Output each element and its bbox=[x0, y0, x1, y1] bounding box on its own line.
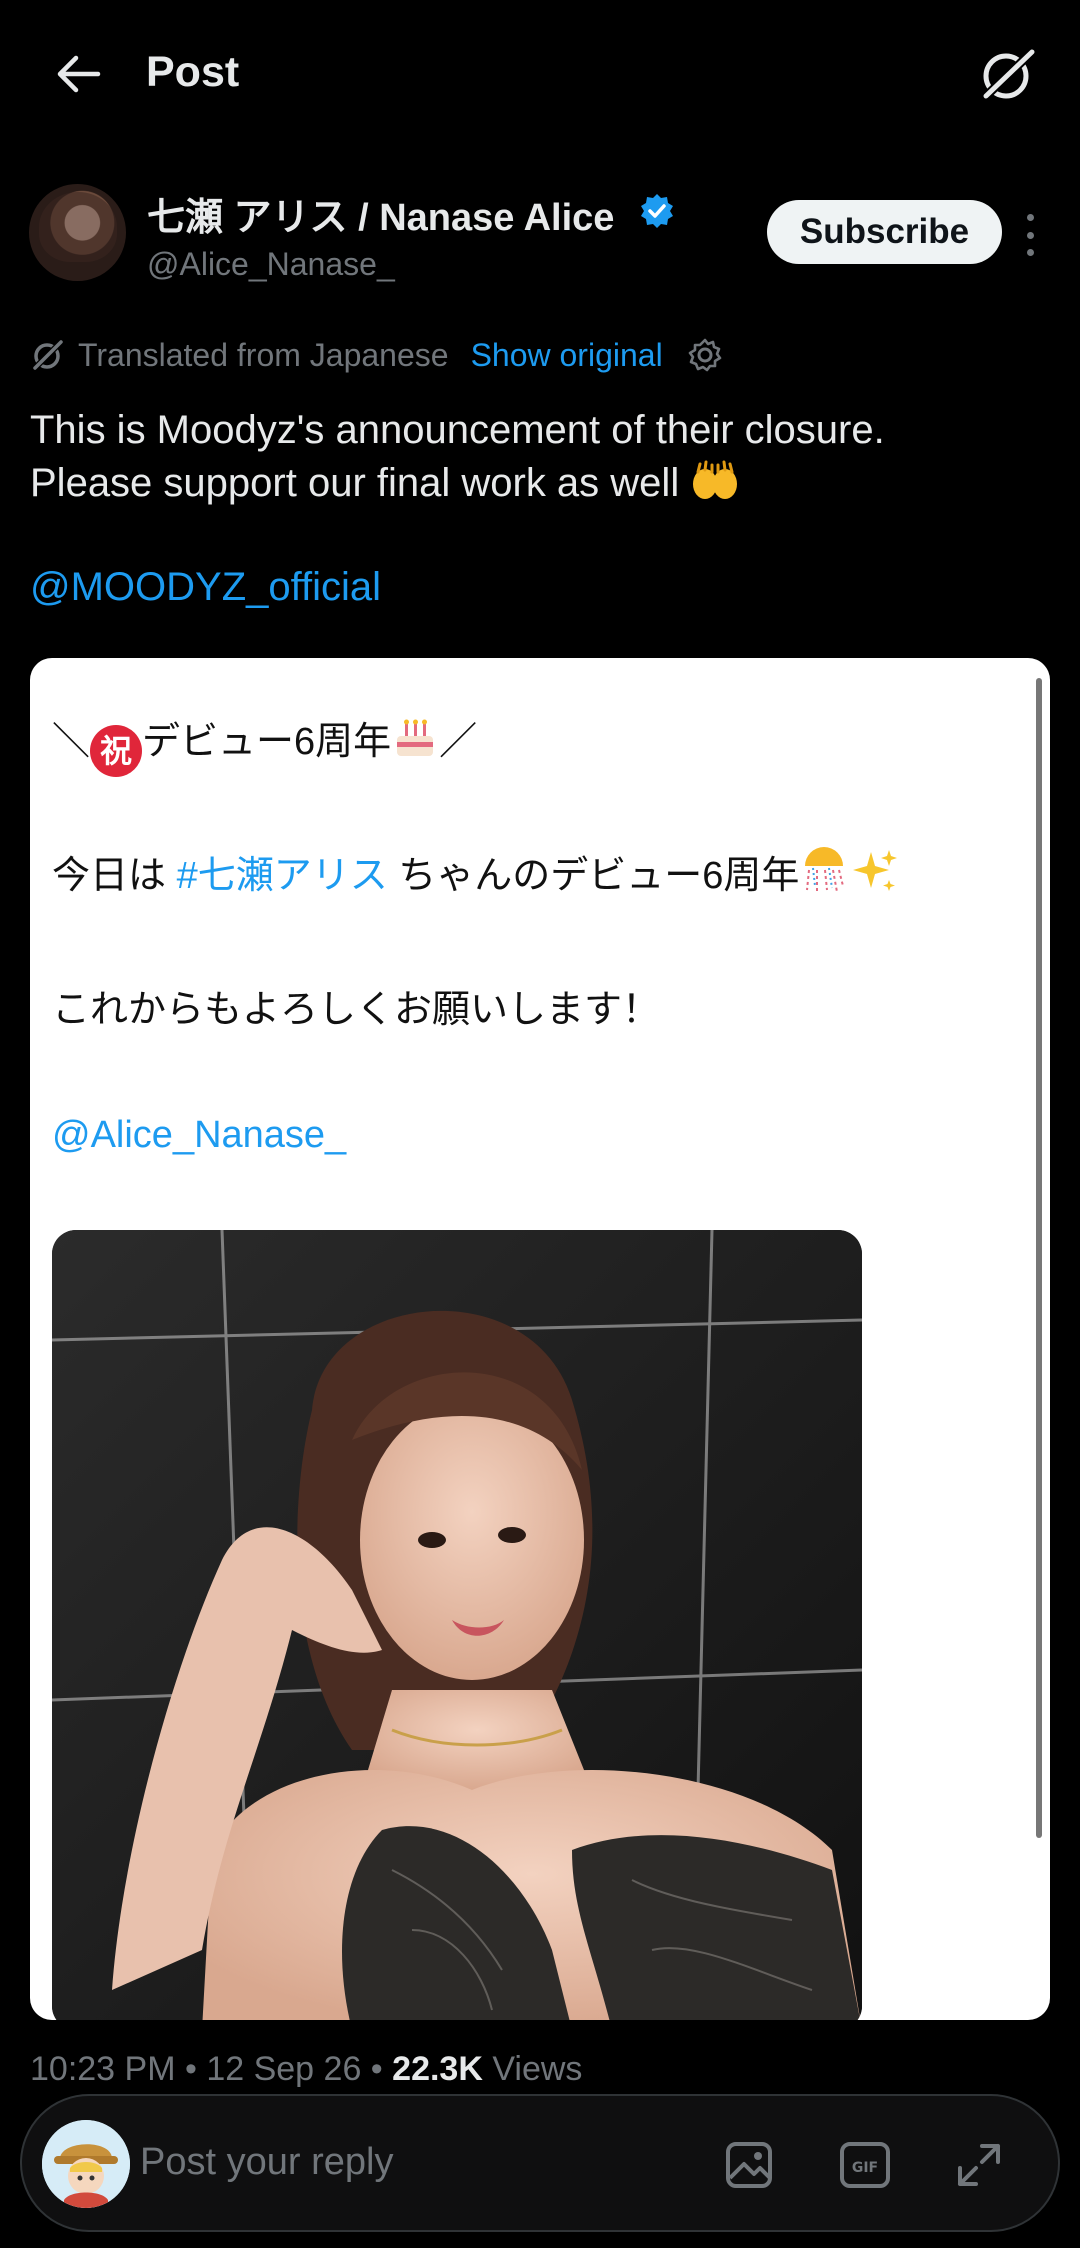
card-hashtag[interactable]: #七瀬アリス bbox=[177, 855, 388, 897]
quoted-post-card[interactable]: ＼ 祝デビュー6周年 ／ 今日は #七瀬アリス ちゃんのデビュー6周年 これからも… bbox=[30, 658, 1050, 2020]
tweet-text-line2-wrap: Please support our final work as well bbox=[30, 457, 1050, 510]
grok-translate-icon bbox=[31, 338, 65, 372]
more-vertical-icon[interactable] bbox=[1018, 210, 1042, 260]
card-line1-post: ／ bbox=[439, 721, 478, 763]
grok-icon[interactable] bbox=[976, 42, 1040, 106]
raising-hands-emoji bbox=[693, 460, 738, 499]
post-date: 12 Sep 26 bbox=[206, 2050, 362, 2088]
photo-illustration bbox=[52, 1230, 862, 2020]
page-title: Post bbox=[146, 48, 240, 96]
tweet-text: This is Moodyz's announcement of their c… bbox=[30, 404, 1050, 510]
author-name[interactable]: 七瀬 アリス / Nanase Alice bbox=[147, 186, 614, 241]
card-line2-post: ちゃんのデビュー6周年 bbox=[387, 855, 800, 897]
views-label: Views bbox=[492, 2050, 583, 2088]
card-line-3: これからもよろしくお願いします！ bbox=[52, 989, 661, 1031]
reply-input[interactable]: Post your reply bbox=[140, 2141, 393, 2184]
top-bar: Post bbox=[0, 0, 1080, 150]
translation-notice: Translated from Japanese Show original bbox=[30, 332, 723, 378]
translated-label: Translated from Japanese bbox=[78, 336, 449, 373]
verified-badge-icon bbox=[638, 192, 676, 230]
post-time: 10:23 PM bbox=[30, 2050, 176, 2088]
birthday-cake-emoji bbox=[397, 719, 434, 756]
gif-icon[interactable]: GIF bbox=[838, 2138, 892, 2192]
tweet-mention-link[interactable]: @MOODYZ_official bbox=[30, 565, 381, 610]
card-mention-link[interactable]: @Alice_Nanase_ bbox=[52, 1114, 346, 1157]
card-line-2: 今日は #七瀬アリス ちゃんのデビュー6周年 bbox=[52, 844, 899, 899]
image-icon[interactable] bbox=[722, 2138, 776, 2192]
card-line-1: ＼ 祝デビュー6周年 ／ bbox=[52, 710, 477, 777]
subscribe-button[interactable]: Subscribe bbox=[767, 200, 1002, 264]
card-line1-text: デビュー6周年 bbox=[142, 721, 392, 763]
current-user-avatar bbox=[42, 2120, 130, 2208]
tweet-text-line2: Please support our final work as well bbox=[30, 461, 680, 505]
views-count: 22.3K bbox=[392, 2050, 483, 2088]
confetti-ball-emoji bbox=[805, 847, 845, 893]
show-original-link[interactable]: Show original bbox=[471, 337, 663, 374]
card-line1-pre: ＼ bbox=[52, 721, 91, 763]
post-meta: 10:23 PM • 12 Sep 26 • 22.3K Views bbox=[30, 2050, 583, 2088]
sparkles-emoji bbox=[853, 850, 898, 891]
avatar[interactable] bbox=[29, 184, 126, 281]
quoted-post-image[interactable] bbox=[52, 1230, 862, 2020]
gear-icon[interactable] bbox=[687, 337, 723, 373]
card-line2-pre: 今日は bbox=[52, 855, 177, 897]
iwai-emoji: 祝 bbox=[90, 725, 143, 777]
reply-composer[interactable]: Post your reply GIF bbox=[20, 2094, 1060, 2232]
author-row: 七瀬 アリス / Nanase Alice @Alice_Nanase_ Sub… bbox=[0, 180, 1080, 290]
card-scrollbar[interactable] bbox=[1036, 678, 1042, 1838]
svg-text:GIF: GIF bbox=[852, 2160, 878, 2176]
expand-icon[interactable] bbox=[952, 2138, 1006, 2192]
tweet-text-line1: This is Moodyz's announcement of their c… bbox=[30, 408, 885, 452]
arrow-left-icon[interactable] bbox=[48, 44, 108, 104]
author-handle[interactable]: @Alice_Nanase_ bbox=[147, 246, 395, 283]
